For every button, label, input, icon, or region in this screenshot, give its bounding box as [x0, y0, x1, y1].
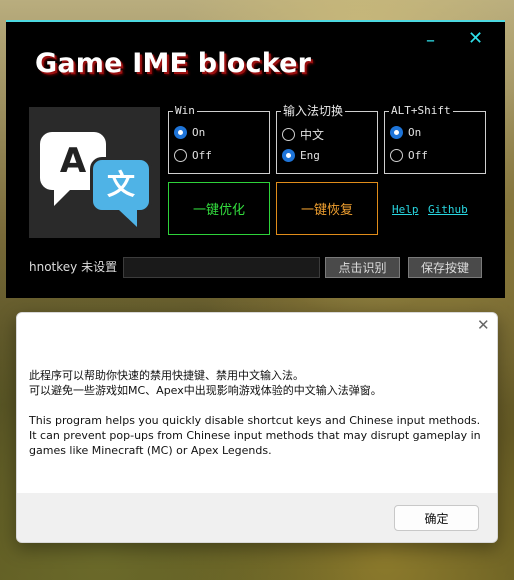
- alt-shift-on-radio[interactable]: On: [390, 126, 421, 139]
- save-key-button[interactable]: 保存按键: [408, 257, 482, 278]
- radio-indicator[interactable]: [390, 126, 403, 139]
- radio-label: Off: [408, 149, 428, 162]
- one-click-restore-button[interactable]: 一键恢复: [276, 182, 378, 235]
- one-click-optimize-button[interactable]: 一键优化: [168, 182, 270, 235]
- ime-switch-group-label: 输入法切换: [281, 103, 346, 119]
- alt-shift-group: ALT+Shift On Off: [384, 103, 486, 174]
- dialog-footer: 确定: [17, 493, 497, 542]
- ime-chinese-radio[interactable]: 中文: [282, 126, 324, 143]
- detect-key-button[interactable]: 点击识别: [325, 257, 400, 278]
- radio-indicator[interactable]: [174, 126, 187, 139]
- ime-switch-group: 输入法切换 中文 Eng: [276, 103, 378, 174]
- hotkey-input[interactable]: [123, 257, 320, 278]
- translate-icon: A 文: [29, 107, 160, 238]
- message-line: games like Minecraft (MC) or Apex Legend…: [29, 444, 272, 457]
- github-link[interactable]: Github: [428, 203, 468, 216]
- radio-indicator[interactable]: [282, 149, 295, 162]
- hotkey-label: hnotkey 未设置: [29, 260, 118, 274]
- dialog-titlebar: ✕: [17, 313, 497, 340]
- close-button[interactable]: ✕: [468, 30, 483, 48]
- ok-button[interactable]: 确定: [394, 505, 479, 531]
- logo-glyph-b: 文: [106, 168, 135, 201]
- alt-shift-group-label: ALT+Shift: [389, 103, 453, 119]
- message-dialog: ✕ 此程序可以帮助你快速的禁用快捷键、禁用中文输入法。 可以避免一些游戏如MC、…: [16, 312, 498, 543]
- alt-shift-off-radio[interactable]: Off: [390, 149, 428, 162]
- radio-indicator[interactable]: [390, 149, 403, 162]
- radio-indicator[interactable]: [282, 128, 295, 141]
- dialog-close-button[interactable]: ✕: [477, 318, 490, 333]
- message-line: It can prevent pop-ups from Chinese inpu…: [29, 429, 481, 442]
- message-line: 此程序可以帮助你快速的禁用快捷键、禁用中文输入法。: [29, 369, 304, 382]
- help-link[interactable]: Help: [392, 203, 419, 216]
- radio-label: Eng: [300, 149, 320, 162]
- radio-label: 中文: [300, 128, 325, 142]
- radio-indicator[interactable]: [174, 149, 187, 162]
- win-group-label: Win: [173, 103, 197, 119]
- win-on-radio[interactable]: On: [174, 126, 205, 139]
- message-line: This program helps you quickly disable s…: [29, 414, 481, 427]
- win-off-radio[interactable]: Off: [174, 149, 212, 162]
- minimize-button[interactable]: –: [426, 32, 435, 50]
- radio-label: On: [192, 126, 206, 139]
- app-window: – ✕ Game IME blocker A 文 Win On Off 输入法切…: [6, 20, 505, 298]
- dialog-body: 此程序可以帮助你快速的禁用快捷键、禁用中文输入法。 可以避免一些游戏如MC、Ap…: [17, 340, 497, 493]
- radio-label: Off: [192, 149, 212, 162]
- ime-eng-radio[interactable]: Eng: [282, 149, 320, 162]
- radio-label: On: [408, 126, 422, 139]
- message-line: 可以避免一些游戏如MC、Apex中出现影响游戏体验的中文输入法弹窗。: [29, 384, 382, 397]
- win-group: Win On Off: [168, 103, 270, 174]
- app-title: Game IME blocker: [35, 48, 312, 79]
